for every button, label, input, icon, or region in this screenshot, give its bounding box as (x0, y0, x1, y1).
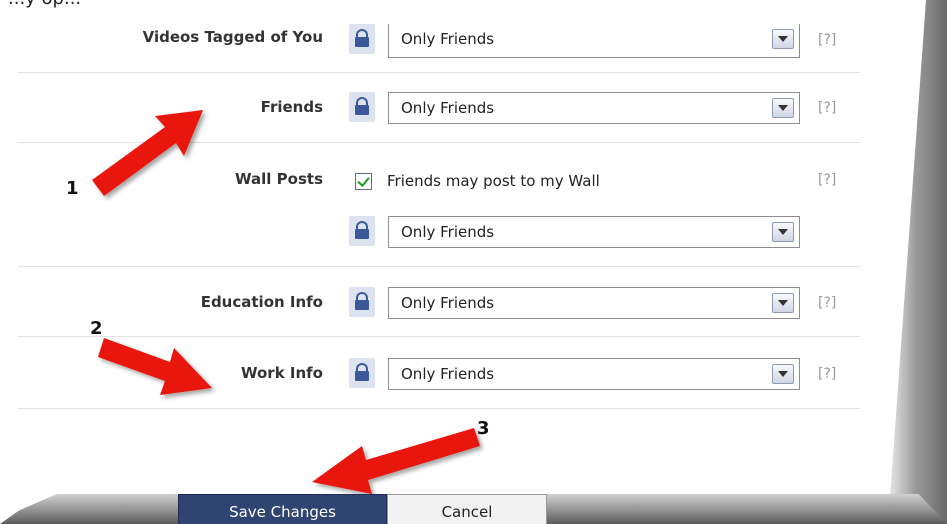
dropdown-arrow-icon[interactable] (772, 98, 794, 118)
select-value: Only Friends (401, 30, 495, 48)
row-divider (18, 72, 860, 73)
lock-icon (349, 358, 375, 388)
select-wall-posts[interactable]: Only Friends (388, 216, 800, 248)
save-changes-button[interactable]: Save Changes (178, 494, 387, 524)
row-divider (18, 266, 860, 267)
privacy-settings-page: ...y op... Videos Tagged of You Only Fri… (0, 0, 947, 524)
red-arrow-annotation-3 (312, 428, 480, 494)
page-title-partial: ...y op... (8, 0, 81, 9)
dropdown-arrow-icon[interactable] (772, 29, 794, 49)
wall-posts-checkbox[interactable] (355, 173, 372, 190)
lock-icon (349, 92, 375, 122)
help-link[interactable]: [?] (818, 32, 836, 48)
annotation-number-3: 3 (477, 418, 490, 439)
row-label-videos-tagged: Videos Tagged of You (142, 28, 323, 46)
row-divider (18, 142, 860, 143)
red-arrow-annotation-2 (98, 338, 212, 395)
row-label-work-info: Work Info (240, 364, 323, 382)
dropdown-arrow-icon[interactable] (772, 222, 794, 242)
select-work-info[interactable]: Only Friends (388, 358, 800, 390)
select-value: Only Friends (401, 99, 495, 117)
red-arrow-annotation-1 (92, 110, 203, 196)
row-divider (18, 336, 860, 337)
wall-posts-checkbox-label[interactable]: Friends may post to my Wall (387, 172, 600, 190)
row-label-wall-posts: Wall Posts (235, 170, 323, 188)
row-label-friends: Friends (260, 98, 323, 116)
lock-icon (349, 287, 375, 317)
cancel-button[interactable]: Cancel (387, 494, 547, 524)
help-link[interactable]: [?] (818, 100, 836, 116)
annotation-number-2: 2 (90, 318, 103, 339)
select-value: Only Friends (401, 365, 495, 383)
select-education-info[interactable]: Only Friends (388, 287, 800, 319)
page-frame-right (877, 0, 947, 524)
help-link[interactable]: [?] (818, 295, 836, 311)
annotation-number-1: 1 (66, 178, 79, 199)
lock-icon (349, 24, 375, 54)
lock-icon (349, 216, 375, 246)
page-title-text: ...y op... (8, 0, 81, 9)
dropdown-arrow-icon[interactable] (772, 293, 794, 313)
select-videos-tagged[interactable]: Only Friends (388, 24, 800, 58)
select-value: Only Friends (401, 294, 495, 312)
help-link[interactable]: [?] (818, 366, 836, 382)
dropdown-arrow-icon[interactable] (772, 364, 794, 384)
row-label-education-info: Education Info (200, 293, 323, 311)
select-value: Only Friends (401, 223, 495, 241)
help-link[interactable]: [?] (818, 172, 836, 188)
row-divider (18, 408, 860, 409)
select-friends[interactable]: Only Friends (388, 92, 800, 124)
